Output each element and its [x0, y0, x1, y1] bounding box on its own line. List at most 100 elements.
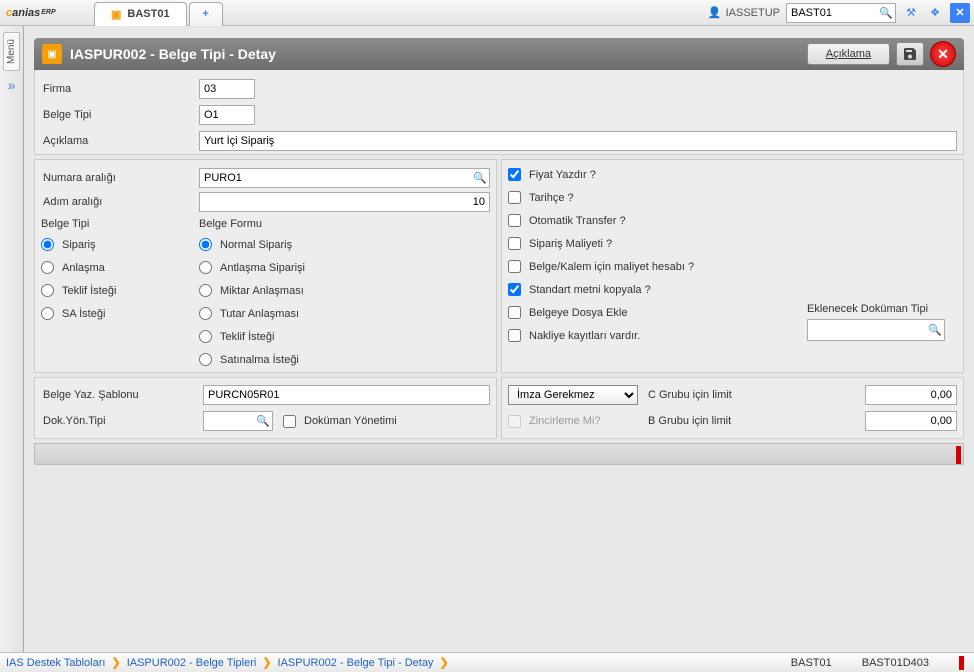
aciklama-button[interactable]: Açıklama	[807, 43, 890, 65]
logo-main: anias	[12, 7, 40, 19]
chk-nakliye[interactable]: Nakliye kayıtları vardır.	[508, 329, 807, 342]
app-logo: caniasERP	[0, 0, 92, 26]
radio-tutar-input[interactable]	[199, 307, 212, 320]
chk-belge-kalem-label: Belge/Kalem için maliyet hesabı ?	[529, 261, 694, 273]
belgeformu-group: Belge Formu Normal Sipariş Antlaşma Sipa…	[199, 218, 305, 366]
imza-select[interactable]: İmza Gerekmez	[508, 385, 638, 405]
radio-teklif[interactable]: Teklif İsteği	[41, 284, 199, 297]
belgeformu-radios: Normal Sipariş Antlaşma Siparişi Miktar …	[199, 234, 305, 366]
top-search-input[interactable]	[786, 3, 896, 23]
window-title: IASPUR002 - Belge Tipi - Detay	[70, 46, 276, 62]
chk-fiyat-label: Fiyat Yazdır ?	[529, 169, 596, 181]
chk-dosya-label: Belgeye Dosya Ekle	[529, 307, 627, 319]
chk-dokyonetimi-input[interactable]	[283, 415, 296, 428]
radio-satinalma-input[interactable]	[199, 353, 212, 366]
chk-dokyonetimi[interactable]: Doküman Yönetimi	[283, 415, 397, 428]
chk-nakliye-input[interactable]	[508, 329, 521, 342]
chk-dosya[interactable]: Belgeye Dosya Ekle	[508, 306, 807, 319]
chk-fiyat[interactable]: Fiyat Yazdır ?	[508, 168, 807, 181]
save-button[interactable]	[896, 42, 924, 66]
radio-satinalma[interactable]: Satınalma İsteği	[199, 353, 305, 366]
radio-tutar[interactable]: Tutar Anlaşması	[199, 307, 305, 320]
header-form: Firma Belge Tipi Açıklama	[34, 70, 964, 155]
tab-icon: ▣	[111, 8, 121, 21]
radio-siparis[interactable]: Sipariş	[41, 238, 199, 251]
topbar: caniasERP ▣ BAST01 + 👤 IASSETUP 🔍 ⚒ ❖ ✕	[0, 0, 974, 26]
doc-type-input[interactable]	[807, 319, 945, 341]
chk-standart[interactable]: Standart metni kopyala ?	[508, 283, 807, 296]
radio-antlasma-sip-input[interactable]	[199, 261, 212, 274]
radio-teklif-istegi-input[interactable]	[199, 330, 212, 343]
tab-bast01[interactable]: ▣ BAST01	[94, 2, 187, 26]
aciklama-input[interactable]	[199, 131, 957, 151]
c-limit-label: C Grubu için limit	[648, 389, 748, 401]
numara-input[interactable]	[199, 168, 490, 188]
row-numara: Numara aralığı 🔍	[41, 166, 490, 190]
radio-sa[interactable]: SA İsteği	[41, 307, 199, 320]
chk-belge-kalem[interactable]: Belge/Kalem için maliyet hesabı ?	[508, 260, 807, 273]
crumb-2[interactable]: IASPUR002 - Belge Tipi - Detay	[272, 657, 440, 669]
crumb-1[interactable]: IASPUR002 - Belge Tipleri	[121, 657, 263, 669]
status-code-2: BAST01D403	[862, 657, 929, 669]
crumb-0[interactable]: IAS Destek Tabloları	[0, 657, 111, 669]
chk-tarihce-input[interactable]	[508, 191, 521, 204]
chk-belge-kalem-input[interactable]	[508, 260, 521, 273]
radio-anlasma-input[interactable]	[41, 261, 54, 274]
window-titlebar: ▣ IASPUR002 - Belge Tipi - Detay Açıklam…	[34, 38, 964, 70]
radio-normal-input[interactable]	[199, 238, 212, 251]
numara-wrap: 🔍	[199, 168, 490, 188]
tool-icon-1[interactable]: ⚒	[902, 4, 920, 22]
b-limit-label: B Grubu için limit	[648, 415, 748, 427]
chk-tarihce[interactable]: Tarihçe ?	[508, 191, 807, 204]
doktipi-input[interactable]	[203, 411, 273, 431]
menu-expand-icon[interactable]: »	[8, 77, 16, 93]
radio-anlasma[interactable]: Anlaşma	[41, 261, 199, 274]
workspace: ▣ IASPUR002 - Belge Tipi - Detay Açıklam…	[24, 26, 974, 652]
adim-input[interactable]	[199, 192, 490, 212]
belgetipi-group: Belge Tipi Sipariş Anlaşma Teklif İsteği…	[41, 218, 199, 366]
b-limit-input[interactable]	[865, 411, 957, 431]
statusbar: IAS Destek Tabloları ❯ IASPUR002 - Belge…	[0, 652, 974, 672]
radio-miktar-input[interactable]	[199, 284, 212, 297]
chk-fiyat-input[interactable]	[508, 168, 521, 181]
user-label: 👤 IASSETUP	[708, 6, 780, 19]
tab-add[interactable]: +	[189, 2, 223, 26]
radio-normal-label: Normal Sipariş	[220, 239, 292, 251]
window-close-button[interactable]: ✕	[930, 41, 956, 67]
chk-maliyet-input[interactable]	[508, 237, 521, 250]
radio-teklif-istegi-label: Teklif İsteği	[220, 331, 274, 343]
radio-sa-label: SA İsteği	[62, 308, 105, 320]
radio-siparis-input[interactable]	[41, 238, 54, 251]
belgeformu-group-label: Belge Formu	[199, 218, 305, 230]
tab-label: BAST01	[127, 8, 169, 20]
radio-antlasma-sip-label: Antlaşma Siparişi	[220, 262, 305, 274]
chk-maliyet[interactable]: Sipariş Maliyeti ?	[508, 237, 807, 250]
app-close-icon[interactable]: ✕	[950, 3, 970, 23]
menu-button[interactable]: Menü	[3, 32, 20, 71]
radio-tutar-label: Tutar Anlaşması	[220, 308, 299, 320]
bottom-right-panel: İmza Gerekmez C Grubu için limit Zincirl…	[501, 377, 964, 439]
radio-teklif-input[interactable]	[41, 284, 54, 297]
radio-anlasma-label: Anlaşma	[62, 262, 105, 274]
radio-miktar[interactable]: Miktar Anlaşması	[199, 284, 305, 297]
user-name: IASSETUP	[726, 7, 780, 19]
radio-normal[interactable]: Normal Sipariş	[199, 238, 305, 251]
tool-icon-2[interactable]: ❖	[926, 4, 944, 22]
chk-transfer-input[interactable]	[508, 214, 521, 227]
sablon-input[interactable]	[203, 385, 490, 405]
chk-standart-input[interactable]	[508, 283, 521, 296]
chk-transfer[interactable]: Otomatik Transfer ?	[508, 214, 807, 227]
radio-antlasma-sip[interactable]: Antlaşma Siparişi	[199, 261, 305, 274]
c-limit-input[interactable]	[865, 385, 957, 405]
chk-maliyet-label: Sipariş Maliyeti ?	[529, 238, 612, 250]
radio-teklif-istegi[interactable]: Teklif İsteği	[199, 330, 305, 343]
firma-input[interactable]	[199, 79, 255, 99]
radio-sa-input[interactable]	[41, 307, 54, 320]
chk-dokyonetimi-label: Doküman Yönetimi	[304, 415, 397, 427]
belgetipi-input[interactable]	[199, 105, 255, 125]
chk-dosya-input[interactable]	[508, 306, 521, 319]
row-doktipi: Dok.Yön.Tipi 🔍 Doküman Yönetimi	[41, 408, 490, 434]
doc-type-label: Eklenecek Doküman Tipi	[807, 303, 928, 315]
footer-indicator-icon	[956, 446, 961, 464]
window-title-icon: ▣	[42, 44, 62, 64]
